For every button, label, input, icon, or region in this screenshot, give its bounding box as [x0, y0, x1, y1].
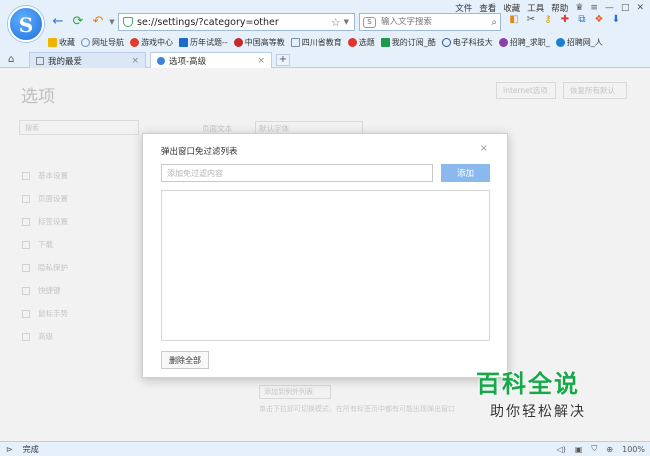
address-bar[interactable]: se://settings/?category=other ☆ ▼: [118, 13, 355, 31]
whitelist-input[interactable]: [161, 164, 433, 182]
status-icons: ◁) ▣ ⛉ ⊕ 100%: [557, 444, 645, 454]
browser-chrome: 文件 查看 收藏 工具 帮助 ♛ ≡ — □ ✕ ← ⟳ ↶ ▼ se://se…: [0, 0, 650, 68]
back-arrow-icon[interactable]: ←: [51, 15, 65, 29]
bookmark-item[interactable]: 招聘网_人: [555, 37, 603, 48]
watermark-main-text: 百科全说: [476, 370, 580, 398]
watermark-logo: 百科全说 助你轻松解决: [476, 364, 614, 421]
page-icon: [290, 37, 300, 47]
bookmark-item[interactable]: 招聘_求职_: [498, 37, 550, 48]
close-window-icon[interactable]: ✕: [636, 3, 644, 13]
sync-icon[interactable]: ⧉: [576, 14, 588, 26]
screenshot-icon[interactable]: ▣: [575, 445, 583, 454]
scissors-icon[interactable]: ✂: [525, 14, 537, 26]
zoom-icon[interactable]: ⊕: [606, 445, 613, 454]
menu-view[interactable]: 查看: [479, 2, 496, 14]
watermark-sub-text: 助你轻松解决: [490, 404, 586, 420]
university-icon: [441, 37, 451, 47]
sidebar-toggle-icon[interactable]: ⊳: [6, 445, 13, 454]
s-icon: [347, 37, 357, 47]
shield-status-icon[interactable]: ⛉: [591, 444, 597, 454]
recruit-icon: [555, 37, 565, 47]
bookmark-item[interactable]: 电子科技大: [441, 37, 493, 48]
search-engine-icon[interactable]: S: [363, 16, 376, 28]
extension-icon[interactable]: ❖: [593, 14, 605, 26]
menu-file[interactable]: 文件: [455, 2, 472, 14]
tab-settings[interactable]: 选项-高级 ×: [150, 52, 272, 68]
add-button[interactable]: 添加: [441, 164, 490, 182]
key-icon[interactable]: ⚷: [542, 14, 554, 26]
status-text: 完成: [22, 444, 39, 454]
popup-whitelist-dialog: 弹出窗口免过滤列表 × 添加 删除全部: [142, 133, 508, 378]
close-tab-icon[interactable]: ×: [257, 56, 265, 66]
star-icon[interactable]: ☆: [331, 16, 341, 29]
skin-icon[interactable]: ♛: [575, 3, 583, 13]
menu-list-icon[interactable]: ≡: [590, 3, 598, 13]
new-tab-button[interactable]: +: [276, 54, 290, 66]
bookmark-item[interactable]: 我的订阅_酷: [380, 37, 436, 48]
game-icon: [130, 37, 139, 47]
tab-bar: ⌂ 我的最爱 × 选项-高级 × +: [0, 51, 650, 68]
menu-favorites[interactable]: 收藏: [503, 2, 520, 14]
delete-all-button[interactable]: 删除全部: [161, 351, 209, 369]
toolbar-icons: ◧ ✂ ⚷ ✚ ⧉ ❖ ⬇: [508, 14, 622, 26]
bookmark-item[interactable]: 游戏中心: [130, 37, 173, 48]
maximize-icon[interactable]: □: [621, 3, 630, 13]
star-icon: [48, 37, 57, 47]
minimize-icon[interactable]: —: [605, 3, 614, 13]
bookmark-item[interactable]: 网址导航: [81, 37, 124, 48]
search-input[interactable]: [381, 17, 481, 27]
address-dropdown-icon[interactable]: ▼: [344, 18, 349, 26]
job-icon: [498, 37, 508, 47]
chevron-down-icon[interactable]: ▼: [105, 15, 119, 29]
browser-logo-icon[interactable]: [8, 6, 44, 42]
bookmarks-bar: 收藏 网址导航 游戏中心 历年试题-- 中国高等教 四川省教育 选题 我的订阅_…: [48, 35, 603, 49]
dialog-title: 弹出窗口免过滤列表: [161, 147, 238, 157]
cut-tool-icon[interactable]: ◧: [508, 14, 520, 26]
tab-favorites[interactable]: 我的最爱 ×: [29, 52, 146, 68]
bookmark-item[interactable]: 收藏: [48, 37, 75, 48]
refresh-icon[interactable]: ⟳: [71, 15, 85, 29]
search-icon[interactable]: ⌕: [491, 17, 497, 28]
plugin-icon[interactable]: ✚: [559, 14, 571, 26]
home-icon[interactable]: ⌂: [8, 54, 14, 65]
subscribe-icon: [380, 37, 390, 47]
close-tab-icon[interactable]: ×: [131, 56, 139, 66]
edu-icon: [233, 37, 243, 47]
undo-icon[interactable]: ↶: [91, 15, 105, 29]
menu-help[interactable]: 帮助: [551, 2, 568, 14]
download-icon[interactable]: ⬇: [610, 14, 622, 26]
search-box[interactable]: S ⌕: [359, 13, 501, 31]
bookmark-item[interactable]: 中国高等教: [233, 37, 285, 48]
zoom-level[interactable]: 100%: [622, 445, 645, 454]
exam-icon: [179, 37, 188, 47]
status-bar: ⊳ 完成 ◁) ▣ ⛉ ⊕ 100%: [0, 441, 650, 456]
close-icon[interactable]: ×: [480, 143, 488, 154]
whitelist-list[interactable]: [161, 190, 490, 341]
bookmark-item[interactable]: 选题: [347, 37, 375, 48]
settings-tab-icon: [157, 56, 165, 65]
bookmark-item[interactable]: 四川省教育: [290, 37, 342, 48]
security-shield-icon: [123, 17, 133, 27]
menu-tools[interactable]: 工具: [527, 2, 544, 14]
speaker-icon[interactable]: ◁): [557, 445, 566, 454]
globe-icon: [81, 37, 90, 47]
address-url[interactable]: se://settings/?category=other: [137, 17, 331, 28]
bookmark-item[interactable]: 历年试题--: [179, 37, 228, 48]
grid-icon: [36, 56, 44, 65]
